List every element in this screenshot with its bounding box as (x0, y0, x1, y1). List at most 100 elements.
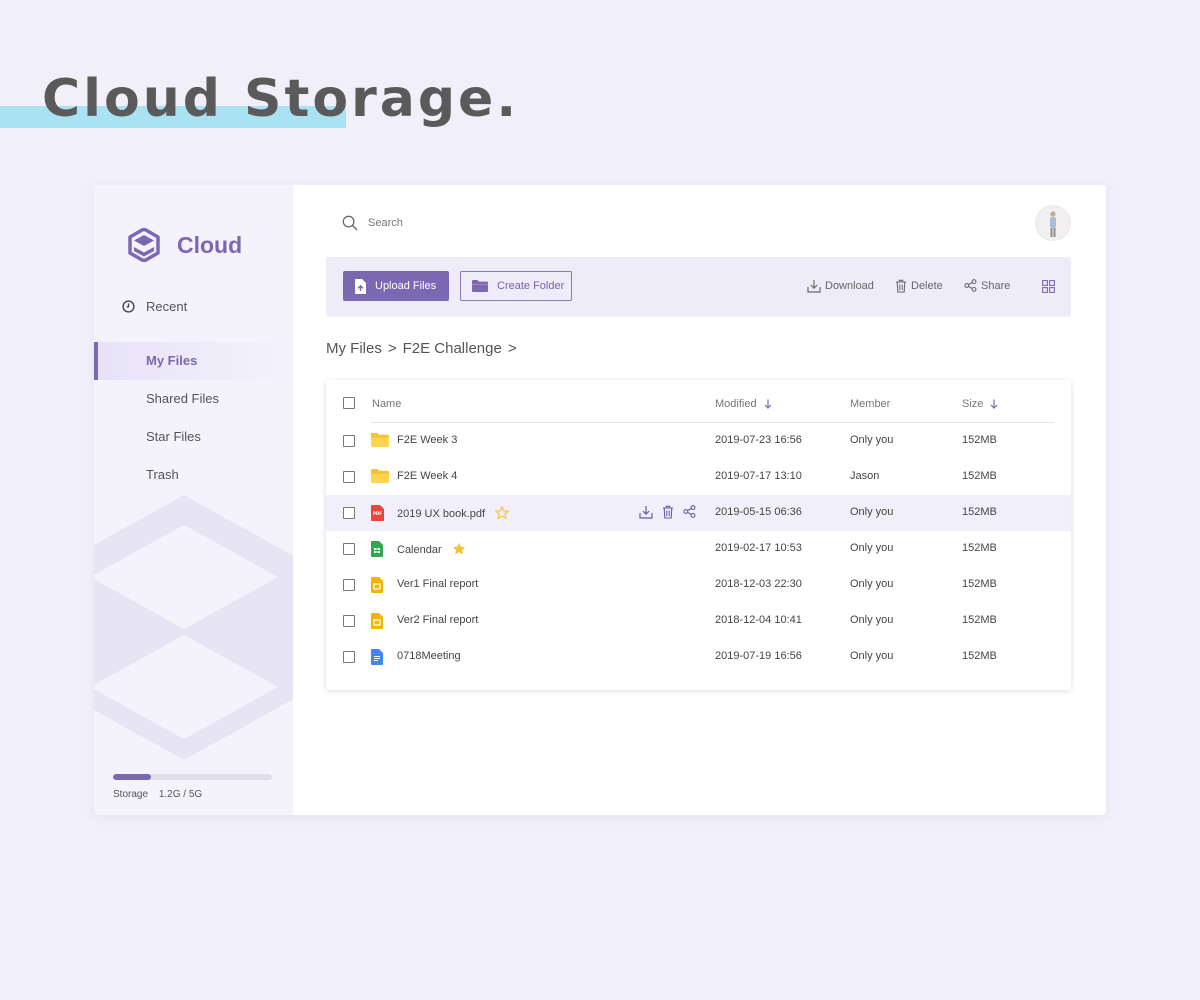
folder-icon (371, 433, 389, 452)
member-cell: Only you (850, 506, 894, 518)
row-checkbox[interactable] (343, 615, 355, 627)
create-folder-label: Create Folder (497, 280, 565, 292)
size-cell: 152MB (962, 650, 997, 662)
breadcrumb-separator: > (507, 340, 517, 357)
file-name-cell[interactable]: Ver1 Final report (397, 578, 478, 590)
file-name-cell[interactable]: 0718Meeting (397, 650, 461, 662)
file-name-cell[interactable]: Calendar (397, 542, 466, 558)
file-name-cell[interactable]: F2E Week 4 (397, 470, 457, 482)
sort-down-icon (764, 399, 772, 409)
breadcrumb-my-files[interactable]: My Files (326, 340, 382, 357)
sidebar-item-star-files[interactable]: Star Files (94, 418, 293, 456)
member-cell: Only you (850, 434, 894, 446)
breadcrumb: My Files > F2E Challenge > (326, 340, 523, 357)
file-name-cell[interactable]: Ver2 Final report (397, 614, 478, 626)
storage-bar (113, 774, 272, 780)
file-name: F2E Week 3 (397, 434, 458, 446)
star-filled-icon[interactable] (452, 542, 466, 558)
row-checkbox[interactable] (343, 471, 355, 483)
table-row[interactable]: F2E Week 4 2019-07-17 13:10 Jason 152MB (326, 459, 1071, 495)
file-name: Ver2 Final report (397, 614, 479, 626)
member-cell: Only you (850, 578, 894, 590)
create-folder-button[interactable]: Create Folder (460, 271, 572, 301)
table-row[interactable]: Ver2 Final report 2018-12-04 10:41 Only … (326, 603, 1071, 639)
size-cell: 152MB (962, 506, 997, 518)
sidebar-nav: My Files Shared Files Star Files Trash (94, 342, 293, 494)
row-checkbox[interactable] (343, 651, 355, 663)
share-button[interactable]: Share (964, 279, 1010, 292)
app-name: Cloud (177, 231, 243, 258)
size-cell: 152MB (962, 470, 997, 482)
sheets-file-icon (371, 541, 383, 562)
select-all-checkbox[interactable] (343, 397, 355, 409)
breadcrumb-f2e-challenge[interactable]: F2E Challenge (403, 340, 502, 357)
table-row[interactable]: 0718Meeting 2019-07-19 16:56 Only you 15… (326, 639, 1071, 675)
row-checkbox[interactable] (343, 579, 355, 591)
sidebar-item-my-files[interactable]: My Files (94, 342, 293, 380)
clock-icon (122, 300, 135, 313)
sidebar-item-trash[interactable]: Trash (94, 456, 293, 494)
share-icon (964, 279, 977, 292)
row-checkbox[interactable] (343, 435, 355, 447)
table-row[interactable]: PDF 2019 UX book.pdf 2019-05-15 06:36 On… (326, 495, 1071, 531)
docs-file-icon (371, 649, 383, 670)
modified-cell: 2019-07-19 16:56 (715, 650, 802, 662)
star-outline-icon[interactable] (494, 505, 510, 522)
size-cell: 152MB (962, 614, 997, 626)
file-name: Calendar (397, 544, 442, 556)
column-name-label: Name (372, 398, 402, 410)
user-avatar[interactable] (1036, 206, 1070, 240)
table-row[interactable]: F2E Week 3 2019-07-23 16:56 Only you 152… (326, 423, 1071, 459)
folder-icon (371, 469, 389, 488)
sidebar-item-shared-files[interactable]: Shared Files (94, 380, 293, 418)
column-size-label: Size (962, 398, 984, 410)
member-cell: Only you (850, 542, 894, 554)
person-icon (1050, 211, 1056, 237)
download-button[interactable]: Download (807, 279, 874, 293)
modified-cell: 2019-02-17 10:53 (715, 542, 802, 554)
search-input[interactable]: Search (368, 217, 403, 229)
row-checkbox[interactable] (343, 543, 355, 555)
table-header: Name Modified Member Size (326, 380, 1071, 423)
file-name-cell[interactable]: 2019 UX book.pdf (397, 505, 510, 522)
search-bar[interactable]: Search (342, 215, 403, 231)
column-header-modified[interactable]: Modified (715, 398, 772, 410)
upload-file-icon (355, 278, 366, 294)
cube-watermark-icon (94, 495, 293, 760)
file-name-cell[interactable]: F2E Week 3 (397, 434, 457, 446)
download-label: Download (825, 280, 874, 292)
column-header-member[interactable]: Member (850, 398, 890, 410)
file-name: 2019 UX book.pdf (397, 508, 486, 520)
sidebar-item-label: Recent (146, 299, 188, 314)
upload-files-button[interactable]: Upload Files (343, 271, 449, 301)
grid-view-toggle[interactable] (1042, 280, 1055, 298)
trash-icon[interactable] (662, 505, 674, 524)
breadcrumb-separator: > (387, 340, 397, 357)
sidebar-item-recent[interactable]: Recent (122, 299, 187, 314)
sort-down-icon (990, 399, 998, 409)
table-row[interactable]: Ver1 Final report 2018-12-03 22:30 Only … (326, 567, 1071, 603)
app-logo[interactable]: Cloud (128, 228, 242, 262)
file-name: F2E Week 4 (397, 470, 458, 482)
delete-button[interactable]: Delete (895, 279, 943, 293)
app-window: Cloud Recent My Files Shared Files Star … (94, 185, 1106, 815)
share-label: Share (981, 279, 1011, 292)
hero-title: Cloud Storage. (42, 69, 520, 129)
storage-value: 1.2G / 5G (158, 789, 203, 800)
column-header-name[interactable]: Name (372, 398, 401, 410)
download-icon[interactable] (639, 505, 653, 524)
grid-view-icon (1042, 280, 1055, 293)
member-cell: Jason (850, 470, 880, 482)
search-icon (342, 215, 358, 231)
storage-bar-fill (113, 774, 152, 780)
column-modified-label: Modified (715, 398, 757, 410)
column-header-size[interactable]: Size (962, 398, 998, 410)
table-row[interactable]: Calendar 2019-02-17 10:53 Only you 152MB (326, 531, 1071, 567)
toolbar: Upload Files Create Folder Download Dele… (326, 257, 1071, 317)
modified-cell: 2019-07-17 13:10 (715, 470, 802, 482)
row-checkbox[interactable] (343, 507, 355, 519)
share-icon[interactable] (683, 505, 696, 524)
storage-label: Storage (113, 789, 149, 800)
slides-file-icon (371, 613, 383, 634)
cube-logo-icon (128, 228, 160, 262)
